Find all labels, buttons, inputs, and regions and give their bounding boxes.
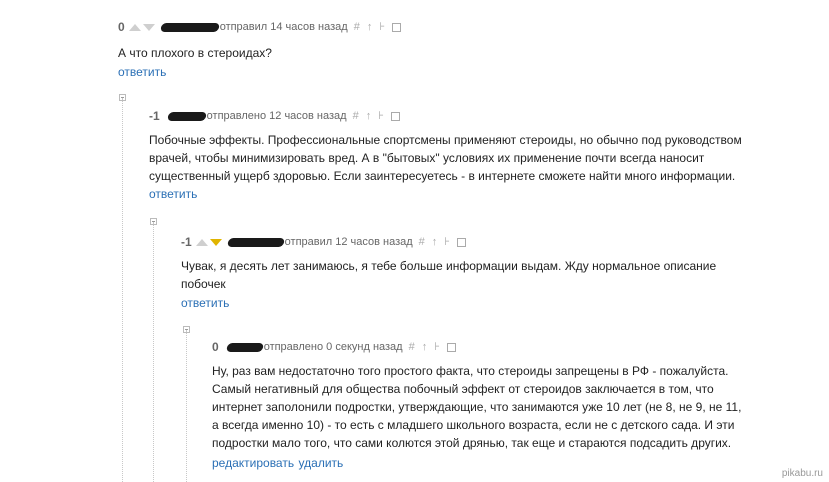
comment-text: Побочные эффекты. Профессиональные спорт… bbox=[149, 131, 819, 185]
comment-rating: 0 bbox=[118, 20, 125, 34]
comment-text-line: Чувак, я десять лет занимаюсь, я тебе бо… bbox=[181, 259, 717, 273]
thread-line-level-2 bbox=[153, 222, 154, 482]
up-arrow-icon[interactable]: ↑ bbox=[422, 341, 428, 353]
comment-meta: -1 отправил 12 часов назад # ↑ ⊦ bbox=[181, 233, 821, 251]
save-icon[interactable] bbox=[392, 22, 402, 32]
hash-icon[interactable]: # bbox=[419, 236, 425, 248]
comment-text-line: а всегда именно 10) - то есть с младшего… bbox=[212, 418, 735, 432]
comment-time: отправлено 0 секунд назад bbox=[263, 341, 403, 353]
hash-icon[interactable]: # bbox=[354, 21, 360, 33]
reply-link[interactable]: ответить bbox=[118, 65, 818, 79]
redacted-username bbox=[159, 22, 220, 32]
comment-text-line: Самый негативный для общества побочный э… bbox=[212, 382, 714, 396]
comment-time: отправлено 12 часов назад bbox=[206, 110, 347, 122]
redacted-username bbox=[166, 111, 207, 121]
comment-meta: -1 отправлено 12 часов назад # ↑ ⊦ bbox=[149, 107, 819, 125]
site-watermark: pikabu.ru bbox=[781, 468, 823, 479]
save-icon[interactable] bbox=[457, 237, 467, 247]
redacted-username bbox=[226, 237, 285, 247]
comment-2: -1 отправлено 12 часов назад # ↑ ⊦ Побоч… bbox=[149, 107, 819, 201]
thread-line-level-3 bbox=[186, 330, 187, 482]
save-icon[interactable] bbox=[390, 111, 400, 121]
comment-text: Чувак, я десять лет занимаюсь, я тебе бо… bbox=[181, 257, 821, 293]
redacted-username bbox=[225, 342, 264, 352]
up-arrow-icon[interactable]: ↑ bbox=[366, 110, 372, 122]
tree-icon[interactable]: ⊦ bbox=[434, 341, 440, 353]
comment-rating: -1 bbox=[181, 235, 192, 249]
save-icon[interactable] bbox=[446, 342, 456, 352]
collapse-toggle-icon[interactable] bbox=[183, 326, 190, 333]
comment-time: отправил 14 часов назад bbox=[219, 21, 348, 33]
comment-text-line: побочек bbox=[181, 277, 226, 291]
comment-text-line: врачей, чтобы минимизировать вред. А в "… bbox=[149, 151, 705, 165]
comment-1: 0 отправил 14 часов назад # ↑ ⊦ А что пл… bbox=[118, 18, 818, 79]
tree-icon[interactable]: ⊦ bbox=[379, 21, 385, 33]
comment-text: Ну, раз вам недостаточно того простого ф… bbox=[212, 362, 812, 452]
comment-tools: # ↑ ⊦ bbox=[419, 236, 467, 248]
comment-rating: -1 bbox=[149, 109, 160, 123]
edit-link[interactable]: редактировать bbox=[212, 456, 294, 470]
comment-time: отправил 12 часов назад bbox=[284, 236, 413, 248]
comment-text: А что плохого в стероидах? bbox=[118, 46, 272, 60]
up-arrow-icon[interactable]: ↑ bbox=[367, 21, 373, 33]
comment-tools: # ↑ ⊦ bbox=[354, 21, 402, 33]
vote-up-icon[interactable] bbox=[128, 23, 141, 31]
comment-rating: 0 bbox=[212, 340, 219, 354]
thread-line-level-1 bbox=[122, 98, 123, 482]
tree-icon[interactable]: ⊦ bbox=[378, 110, 384, 122]
collapse-toggle-icon[interactable] bbox=[119, 94, 126, 101]
comment-actions: редактировать удалить bbox=[212, 454, 812, 472]
comment-text-line: Ну, раз вам недостаточно того простого ф… bbox=[212, 364, 729, 378]
collapse-toggle-icon[interactable] bbox=[150, 218, 157, 225]
reply-link[interactable]: ответить bbox=[149, 187, 819, 201]
comment-4: 0 отправлено 0 секунд назад # ↑ ⊦ Ну, ра… bbox=[212, 338, 812, 472]
comment-text-line: интернет заполонили подростки, утверждаю… bbox=[212, 400, 742, 414]
comment-text-line: Побочные эффекты. Профессиональные спорт… bbox=[149, 133, 742, 147]
hash-icon[interactable]: # bbox=[353, 110, 359, 122]
comment-3: -1 отправил 12 часов назад # ↑ ⊦ Чувак, … bbox=[181, 233, 821, 310]
hash-icon[interactable]: # bbox=[409, 341, 415, 353]
comment-text-line: существенный ущерб здоровью. Если заинте… bbox=[149, 169, 736, 183]
comment-tools: # ↑ ⊦ bbox=[409, 341, 456, 353]
delete-link[interactable]: удалить bbox=[299, 456, 344, 470]
vote-down-icon[interactable] bbox=[142, 23, 155, 31]
comment-meta: 0 отправил 14 часов назад # ↑ ⊦ bbox=[118, 18, 818, 36]
up-arrow-icon[interactable]: ↑ bbox=[432, 236, 438, 248]
comment-meta: 0 отправлено 0 секунд назад # ↑ ⊦ bbox=[212, 338, 812, 356]
reply-link[interactable]: ответить bbox=[181, 296, 821, 310]
comment-tools: # ↑ ⊦ bbox=[353, 110, 400, 122]
vote-down-icon[interactable] bbox=[209, 238, 222, 246]
tree-icon[interactable]: ⊦ bbox=[444, 236, 450, 248]
vote-up-icon[interactable] bbox=[195, 238, 208, 246]
comment-text-line: подростки мало того, что сами колются эт… bbox=[212, 436, 732, 450]
